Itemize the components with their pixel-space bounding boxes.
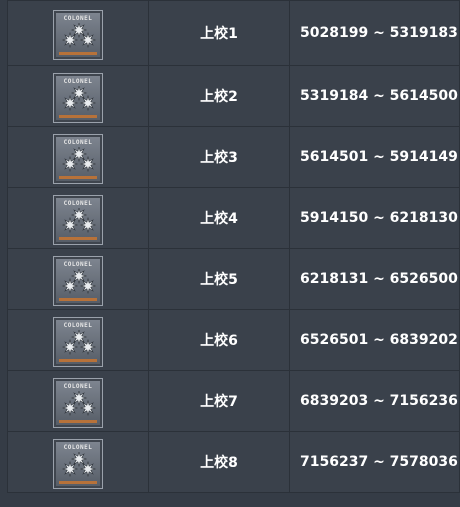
rank-badge-cell: COLONEL <box>7 248 149 310</box>
rank-range: 6839203 ~ 7156236 <box>289 370 460 432</box>
colonel-stars-icon <box>61 22 97 48</box>
colonel-stars-icon <box>61 268 97 294</box>
star-icon <box>79 460 97 477</box>
badge-bar <box>59 480 97 484</box>
star-icon <box>70 207 88 223</box>
badge-bar <box>59 358 97 362</box>
rank-row: COLONEL 上校4 5914150 ~ 6218130 <box>7 187 460 249</box>
colonel-stars-icon <box>61 451 97 477</box>
star-icon <box>70 268 88 284</box>
badge-label: COLONEL <box>63 77 93 85</box>
badge-bar <box>59 297 97 301</box>
colonel-badge: COLONEL <box>53 72 103 123</box>
rank-range: 6526501 ~ 6839202 <box>289 309 460 371</box>
colonel-badge: COLONEL <box>53 133 103 184</box>
rank-badge-cell: COLONEL <box>7 65 149 127</box>
colonel-badge: COLONEL <box>53 377 103 428</box>
rank-badge-cell: COLONEL <box>7 370 149 432</box>
rank-name: 上校7 <box>148 370 290 432</box>
rank-range: 7156237 ~ 7578036 <box>289 431 460 493</box>
colonel-badge: COLONEL <box>53 194 103 245</box>
rank-badge-cell: COLONEL <box>7 187 149 249</box>
badge-label: COLONEL <box>63 382 93 390</box>
rank-badge-cell: COLONEL <box>7 431 149 493</box>
colonel-stars-icon <box>61 146 97 172</box>
colonel-stars-icon <box>61 329 97 355</box>
star-icon <box>61 460 79 477</box>
star-icon <box>61 338 79 355</box>
rank-badge-cell: COLONEL <box>7 126 149 188</box>
rank-table: COLONEL 上校1 5028199 ~ 5319183 COLONEL 上校2 531… <box>7 0 460 493</box>
rank-name: 上校4 <box>148 187 290 249</box>
star-icon <box>70 329 88 345</box>
colonel-badge: COLONEL <box>53 438 103 489</box>
rank-badge-cell: COLONEL <box>7 309 149 371</box>
badge-bar <box>59 51 97 55</box>
colonel-badge: COLONEL <box>53 316 103 367</box>
star-icon <box>61 399 79 416</box>
badge-bar <box>59 419 97 423</box>
colonel-badge: COLONEL <box>53 255 103 306</box>
star-icon <box>79 94 97 111</box>
badge-label: COLONEL <box>63 260 93 268</box>
colonel-stars-icon <box>61 390 97 416</box>
star-icon <box>70 146 88 162</box>
badge-label: COLONEL <box>63 138 93 146</box>
badge-label: COLONEL <box>63 199 93 207</box>
rank-row: COLONEL 上校8 7156237 ~ 7578036 <box>7 431 460 493</box>
rank-name: 上校3 <box>148 126 290 188</box>
star-icon <box>70 451 88 467</box>
colonel-stars-icon <box>61 85 97 111</box>
rank-range: 5914150 ~ 6218130 <box>289 187 460 249</box>
rank-range: 6218131 ~ 6526500 <box>289 248 460 310</box>
badge-label: COLONEL <box>63 321 93 329</box>
rank-badge-cell: COLONEL <box>7 0 149 66</box>
star-icon <box>70 85 88 101</box>
star-icon <box>61 277 79 294</box>
badge-label: COLONEL <box>63 14 93 22</box>
rank-row: COLONEL 上校6 6526501 ~ 6839202 <box>7 309 460 371</box>
rank-range: 5028199 ~ 5319183 <box>289 0 460 66</box>
star-icon <box>79 155 97 172</box>
star-icon <box>79 338 97 355</box>
star-icon <box>61 94 79 111</box>
rank-name: 上校8 <box>148 431 290 493</box>
star-icon <box>61 216 79 233</box>
rank-name: 上校2 <box>148 65 290 127</box>
star-icon <box>79 399 97 416</box>
rank-row: COLONEL 上校3 5614501 ~ 5914149 <box>7 126 460 188</box>
badge-bar <box>59 175 97 179</box>
badge-bar <box>59 236 97 240</box>
rank-name: 上校1 <box>148 0 290 66</box>
rank-table-body: COLONEL 上校1 5028199 ~ 5319183 COLONEL 上校2 531… <box>7 0 460 493</box>
rank-row: COLONEL 上校5 6218131 ~ 6526500 <box>7 248 460 310</box>
rank-name: 上校5 <box>148 248 290 310</box>
rank-name: 上校6 <box>148 309 290 371</box>
colonel-stars-icon <box>61 207 97 233</box>
badge-bar <box>59 114 97 118</box>
star-icon <box>61 155 79 172</box>
star-icon <box>61 31 79 48</box>
rank-row: COLONEL 上校2 5319184 ~ 5614500 <box>7 65 460 127</box>
rank-range: 5614501 ~ 5914149 <box>289 126 460 188</box>
colonel-badge: COLONEL <box>53 9 103 60</box>
rank-range: 5319184 ~ 5614500 <box>289 65 460 127</box>
rank-row: COLONEL 上校1 5028199 ~ 5319183 <box>7 0 460 66</box>
rank-row: COLONEL 上校7 6839203 ~ 7156236 <box>7 370 460 432</box>
star-icon <box>70 22 88 38</box>
badge-label: COLONEL <box>63 443 93 451</box>
star-icon <box>79 31 97 48</box>
star-icon <box>79 277 97 294</box>
star-icon <box>70 390 88 406</box>
star-icon <box>79 216 97 233</box>
